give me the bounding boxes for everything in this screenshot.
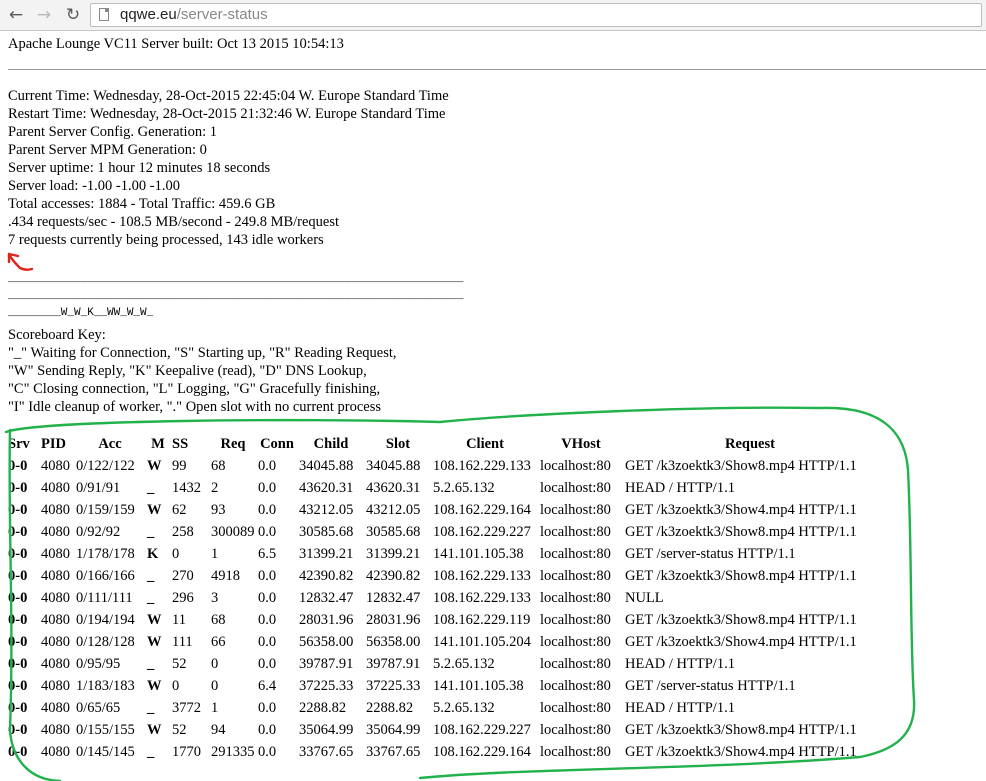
mpm-generation-line: Parent Server MPM Generation: 0 bbox=[8, 142, 207, 158]
url-text[interactable]: qqwe.eu/server-status bbox=[120, 6, 268, 23]
page-icon bbox=[99, 8, 109, 21]
uptime-line: Server uptime: 1 hour 12 minutes 18 seco… bbox=[8, 160, 271, 176]
scoreboard-line-1: ________________________________________… bbox=[8, 273, 464, 285]
server-built-line: Apache Lounge VC11 Server built: Oct 13 … bbox=[8, 36, 344, 52]
back-arrow-icon[interactable]: ← bbox=[5, 4, 27, 26]
reload-icon[interactable]: ↻ bbox=[62, 4, 84, 26]
url-path: /server-status bbox=[176, 6, 268, 23]
forward-arrow-icon[interactable]: → bbox=[33, 4, 55, 26]
server-load-line: Server load: -1.00 -1.00 -1.00 bbox=[8, 178, 180, 194]
current-time-line: Current Time: Wednesday, 28-Oct-2015 22:… bbox=[8, 88, 449, 104]
total-accesses-line: Total accesses: 1884 - Total Traffic: 45… bbox=[8, 196, 276, 212]
server-info: Current Time: Wednesday, 28-Oct-2015 22:… bbox=[8, 87, 986, 249]
restart-time-line: Restart Time: Wednesday, 28-Oct-2015 21:… bbox=[8, 106, 446, 122]
scoreboard: ________________________________________… bbox=[8, 270, 478, 321]
horizontal-rule bbox=[8, 69, 986, 70]
scoreboard-key-line: "C" Closing connection, "L" Logging, "G"… bbox=[8, 381, 381, 397]
scoreboard-key-line: "_" Waiting for Connection, "S" Starting… bbox=[8, 345, 397, 361]
requests-processed-line: 7 requests currently being processed, 14… bbox=[8, 232, 324, 248]
green-outline-annotation bbox=[4, 406, 916, 781]
scoreboard-key-title: Scoreboard Key: bbox=[8, 327, 106, 343]
scoreboard-line-2: ________________________________________… bbox=[8, 290, 464, 302]
url-domain: qqwe.eu bbox=[120, 6, 177, 23]
config-generation-line: Parent Server Config. Generation: 1 bbox=[8, 124, 217, 140]
address-bar[interactable]: qqwe.eu/server-status bbox=[90, 3, 982, 27]
scoreboard-line-3: ________W_W_K__WW_W_W_ bbox=[8, 307, 154, 319]
scoreboard-key-line: "W" Sending Reply, "K" Keepalive (read),… bbox=[8, 363, 367, 379]
status-page: Apache Lounge VC11 Server built: Oct 13 … bbox=[8, 35, 986, 53]
requests-rate-line: .434 requests/sec - 108.5 MB/second - 24… bbox=[8, 214, 340, 230]
browser-toolbar: ← → ↻ qqwe.eu/server-status bbox=[0, 0, 986, 31]
